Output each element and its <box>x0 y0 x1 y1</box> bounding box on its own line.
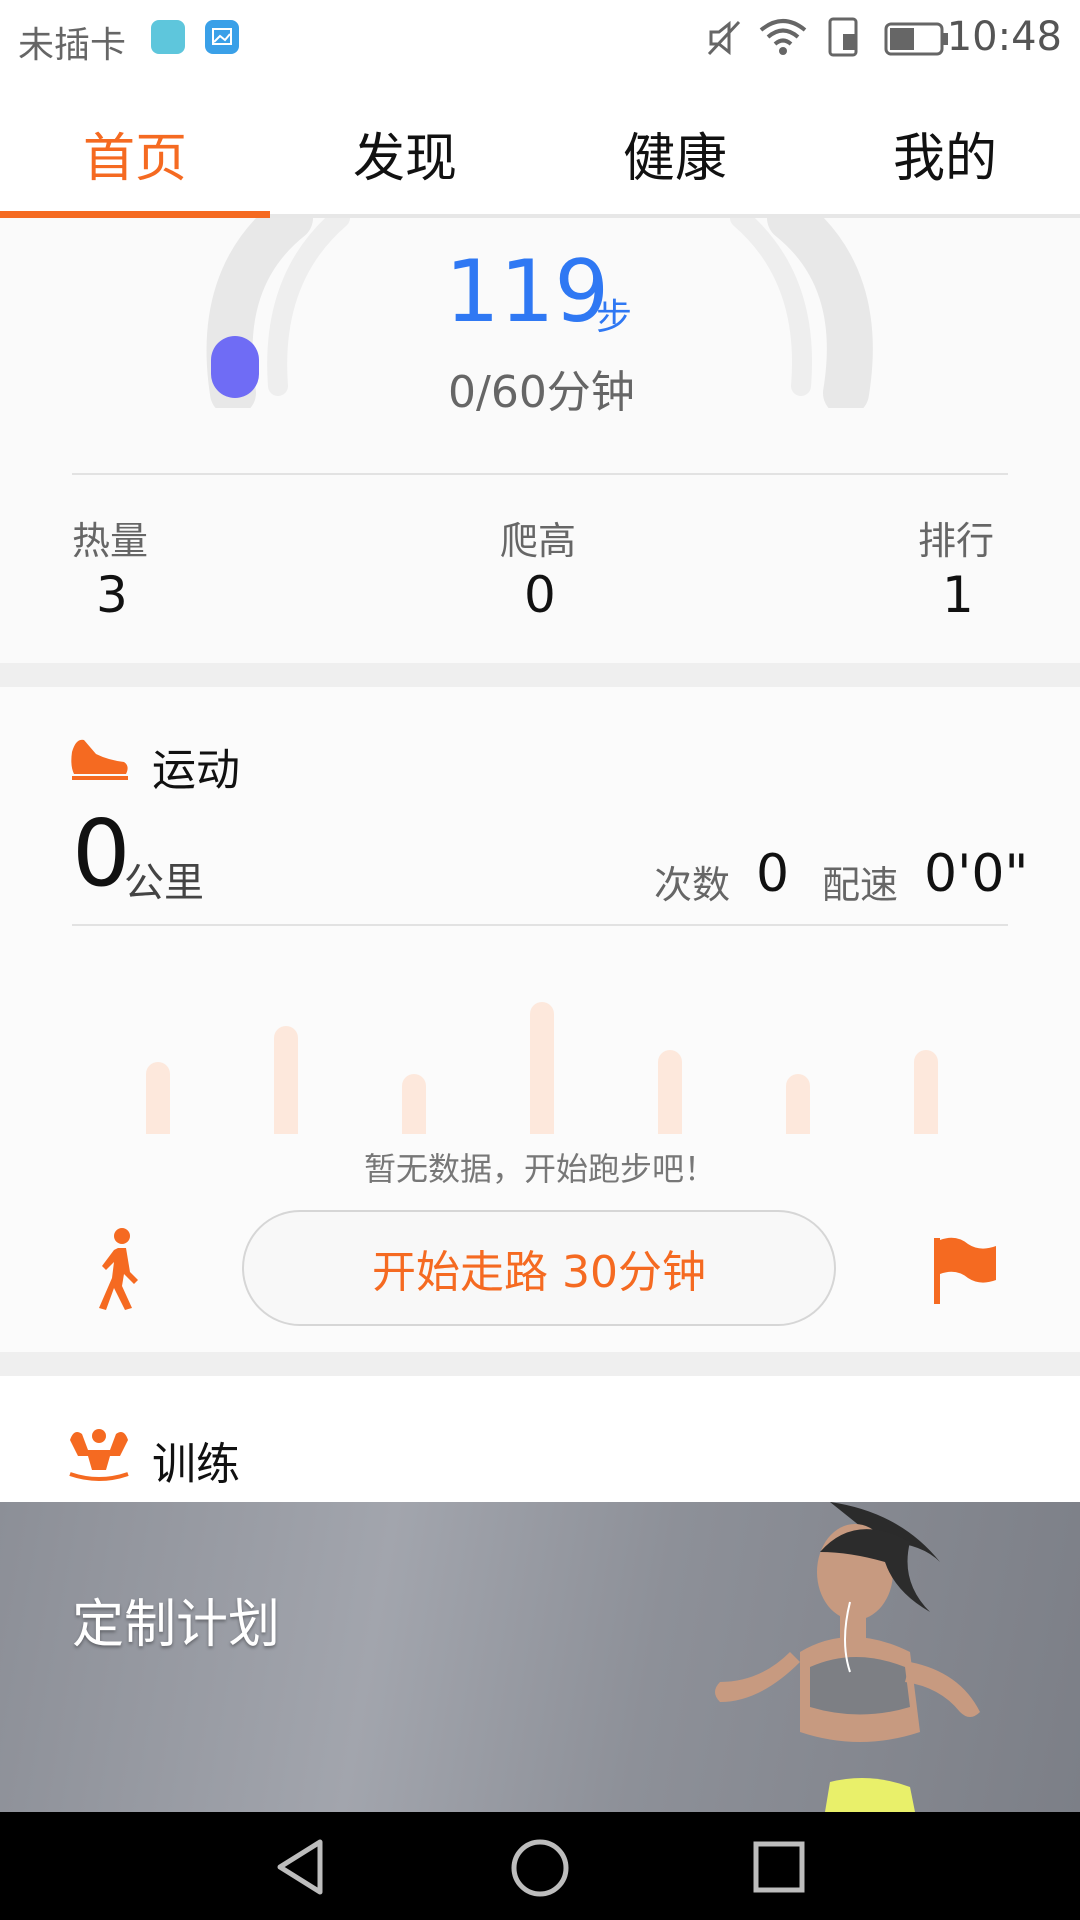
climb-label: 爬高 <box>500 519 577 563</box>
active-minutes-goal: 0/60分钟 <box>448 367 635 418</box>
gallery-icon <box>205 20 239 54</box>
walking-icon[interactable] <box>92 1226 148 1318</box>
banner-title: 定制计划 <box>72 1595 281 1655</box>
pace-label: 配速 <box>822 863 899 907</box>
muscle-icon <box>66 1426 132 1486</box>
goal-flag-icon[interactable] <box>932 1236 998 1310</box>
steps-count: 119 <box>445 242 610 342</box>
runner-photo-illustration <box>715 1502 980 1812</box>
tab-home[interactable]: 首页 <box>0 116 270 191</box>
training-title: 训练 <box>152 1439 240 1490</box>
chart-bar <box>274 1026 298 1134</box>
back-icon[interactable] <box>272 1838 328 1900</box>
section-gap <box>0 663 1080 687</box>
chart-bar <box>146 1062 170 1134</box>
carrier-text: 未插卡 <box>18 25 127 66</box>
recent-apps-icon[interactable] <box>752 1840 806 1898</box>
mute-icon <box>705 18 745 62</box>
empty-chart-message: 暂无数据，开始跑步吧！ <box>363 1150 716 1188</box>
count-value: 0 <box>756 844 790 904</box>
divider <box>72 473 1008 475</box>
wifi-icon <box>757 16 809 60</box>
divider <box>72 924 1008 926</box>
ranking-label[interactable]: 排行 <box>918 510 994 565</box>
sneaker-icon <box>68 732 132 786</box>
start-walk-button[interactable]: 开始走路 30分钟 <box>242 1210 836 1326</box>
battery-icon <box>884 22 950 60</box>
climb-value: 0 <box>524 566 556 624</box>
chart-bar <box>530 1002 554 1134</box>
system-nav-bar <box>0 1812 1080 1920</box>
pace-value: 0'0" <box>924 844 1029 904</box>
tab-health[interactable]: 健康 <box>540 116 810 191</box>
tab-discover[interactable]: 发现 <box>270 116 540 191</box>
chart-bar <box>914 1050 938 1134</box>
sim-icon <box>827 16 863 64</box>
distance-value: 0 <box>72 800 131 907</box>
home-icon[interactable] <box>510 1838 570 1902</box>
count-label: 次数 <box>654 863 731 907</box>
chart-bar <box>786 1074 810 1134</box>
steps-unit: 步 <box>596 297 633 338</box>
calories-value: 3 <box>96 566 128 624</box>
distance-unit: 公里 <box>124 860 204 906</box>
section-gap <box>0 1352 1080 1376</box>
clock: 10:48 <box>946 14 1062 60</box>
calories-label: 热量 <box>72 519 149 563</box>
active-tab-indicator <box>0 211 270 218</box>
chart-bar <box>402 1074 426 1134</box>
tab-me[interactable]: 我的 <box>810 116 1080 191</box>
emui-app-icon <box>151 20 185 54</box>
ranking-value[interactable]: 1 <box>942 566 974 624</box>
exercise-title: 运动 <box>152 745 240 796</box>
top-tabs: 首页 发现 健康 我的 <box>0 78 1080 216</box>
chart-bar <box>658 1050 682 1134</box>
custom-plan-banner[interactable]: 定制计划 <box>0 1502 1080 1812</box>
status-bar: 未插卡 10:48 <box>0 0 1080 78</box>
